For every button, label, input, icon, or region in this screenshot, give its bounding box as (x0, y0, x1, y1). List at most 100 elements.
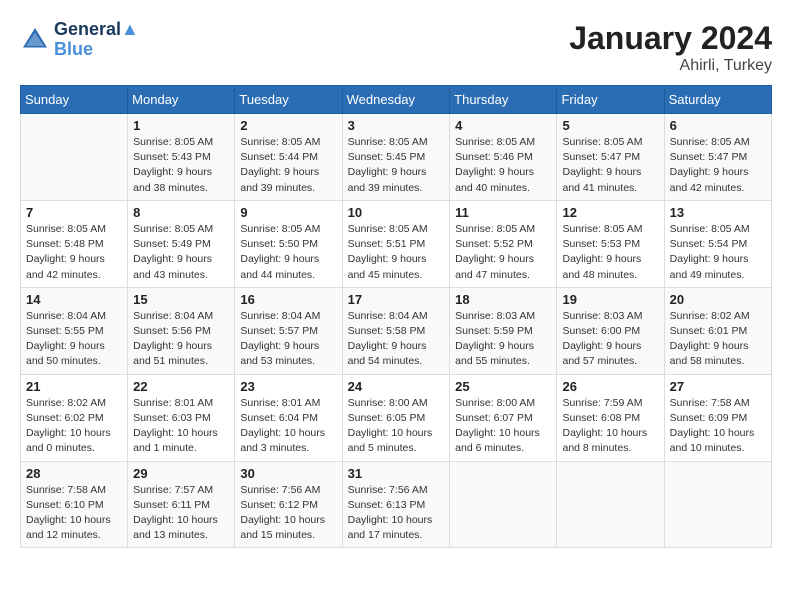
day-number: 12 (562, 205, 658, 220)
calendar-cell: 4 Sunrise: 8:05 AM Sunset: 5:46 PM Daylig… (450, 114, 557, 201)
page-header: General▲ Blue January 2024 Ahirli, Turke… (20, 20, 772, 75)
calendar-cell: 16 Sunrise: 8:04 AM Sunset: 5:57 PM Dayli… (235, 287, 342, 374)
calendar-cell: 25Sunrise: 8:00 AM Sunset: 6:07 PM Dayli… (450, 374, 557, 461)
calendar-cell: 5 Sunrise: 8:05 AM Sunset: 5:47 PM Daylig… (557, 114, 664, 201)
weekday-header-monday: Monday (128, 86, 235, 114)
day-number: 1 (133, 118, 229, 133)
calendar-cell: 27Sunrise: 7:58 AM Sunset: 6:09 PM Dayli… (664, 374, 771, 461)
logo-icon (20, 25, 50, 55)
day-number: 29 (133, 466, 229, 481)
day-number: 31 (348, 466, 445, 481)
calendar-cell: 6 Sunrise: 8:05 AM Sunset: 5:47 PM Daylig… (664, 114, 771, 201)
day-info: Sunrise: 8:00 AM Sunset: 6:05 PM Dayligh… (348, 396, 445, 457)
calendar-cell: 18Sunrise: 8:03 AM Sunset: 5:59 PM Dayli… (450, 287, 557, 374)
calendar-body: 1 Sunrise: 8:05 AM Sunset: 5:43 PM Daylig… (21, 114, 772, 548)
week-row-5: 28 Sunrise: 7:58 AM Sunset: 6:10 PM Dayli… (21, 461, 772, 548)
day-info: Sunrise: 8:05 AM Sunset: 5:50 PM Dayligh… (240, 222, 336, 283)
day-number: 14 (26, 292, 122, 307)
day-info: Sunrise: 8:02 AM Sunset: 6:01 PM Dayligh… (670, 309, 766, 370)
calendar-cell (664, 461, 771, 548)
day-number: 6 (670, 118, 766, 133)
week-row-1: 1 Sunrise: 8:05 AM Sunset: 5:43 PM Daylig… (21, 114, 772, 201)
day-number: 9 (240, 205, 336, 220)
calendar-cell: 17 Sunrise: 8:04 AM Sunset: 5:58 PM Dayli… (342, 287, 450, 374)
day-info: Sunrise: 8:01 AM Sunset: 6:04 PM Dayligh… (240, 396, 336, 457)
day-number: 22 (133, 379, 229, 394)
day-number: 18 (455, 292, 551, 307)
day-number: 15 (133, 292, 229, 307)
day-number: 3 (348, 118, 445, 133)
calendar-cell: 31 Sunrise: 7:56 AM Sunset: 6:13 PM Dayli… (342, 461, 450, 548)
day-info: Sunrise: 7:58 AM Sunset: 6:10 PM Dayligh… (26, 483, 122, 544)
calendar-cell: 15 Sunrise: 8:04 AM Sunset: 5:56 PM Dayli… (128, 287, 235, 374)
location-subtitle: Ahirli, Turkey (569, 57, 772, 75)
calendar-cell: 26Sunrise: 7:59 AM Sunset: 6:08 PM Dayli… (557, 374, 664, 461)
day-info: Sunrise: 8:03 AM Sunset: 6:00 PM Dayligh… (562, 309, 658, 370)
week-row-2: 7 Sunrise: 8:05 AM Sunset: 5:48 PM Daylig… (21, 200, 772, 287)
calendar-cell: 30 Sunrise: 7:56 AM Sunset: 6:12 PM Dayli… (235, 461, 342, 548)
weekday-header-sunday: Sunday (21, 86, 128, 114)
day-number: 20 (670, 292, 766, 307)
day-number: 30 (240, 466, 336, 481)
calendar-cell: 28 Sunrise: 7:58 AM Sunset: 6:10 PM Dayli… (21, 461, 128, 548)
weekday-header-row: SundayMondayTuesdayWednesdayThursdayFrid… (21, 86, 772, 114)
calendar-cell: 7 Sunrise: 8:05 AM Sunset: 5:48 PM Daylig… (21, 200, 128, 287)
day-info: Sunrise: 8:04 AM Sunset: 5:55 PM Dayligh… (26, 309, 122, 370)
day-info: Sunrise: 8:05 AM Sunset: 5:52 PM Dayligh… (455, 222, 551, 283)
day-info: Sunrise: 8:05 AM Sunset: 5:46 PM Dayligh… (455, 135, 551, 196)
weekday-header-wednesday: Wednesday (342, 86, 450, 114)
calendar-cell: 29 Sunrise: 7:57 AM Sunset: 6:11 PM Dayli… (128, 461, 235, 548)
logo: General▲ Blue (20, 20, 139, 60)
calendar-cell (450, 461, 557, 548)
calendar-cell (557, 461, 664, 548)
day-info: Sunrise: 7:56 AM Sunset: 6:13 PM Dayligh… (348, 483, 445, 544)
day-info: Sunrise: 8:05 AM Sunset: 5:49 PM Dayligh… (133, 222, 229, 283)
calendar-cell: 10 Sunrise: 8:05 AM Sunset: 5:51 PM Dayli… (342, 200, 450, 287)
weekday-header-thursday: Thursday (450, 86, 557, 114)
day-number: 4 (455, 118, 551, 133)
day-info: Sunrise: 8:00 AM Sunset: 6:07 PM Dayligh… (455, 396, 551, 457)
day-info: Sunrise: 8:05 AM Sunset: 5:51 PM Dayligh… (348, 222, 445, 283)
day-info: Sunrise: 8:05 AM Sunset: 5:45 PM Dayligh… (348, 135, 445, 196)
calendar-cell: 3 Sunrise: 8:05 AM Sunset: 5:45 PM Daylig… (342, 114, 450, 201)
week-row-3: 14 Sunrise: 8:04 AM Sunset: 5:55 PM Dayli… (21, 287, 772, 374)
logo-text: General▲ Blue (54, 20, 139, 60)
calendar-cell: 13Sunrise: 8:05 AM Sunset: 5:54 PM Dayli… (664, 200, 771, 287)
day-number: 19 (562, 292, 658, 307)
day-info: Sunrise: 8:05 AM Sunset: 5:47 PM Dayligh… (562, 135, 658, 196)
day-info: Sunrise: 7:56 AM Sunset: 6:12 PM Dayligh… (240, 483, 336, 544)
day-number: 10 (348, 205, 445, 220)
day-number: 17 (348, 292, 445, 307)
day-info: Sunrise: 8:04 AM Sunset: 5:56 PM Dayligh… (133, 309, 229, 370)
calendar-cell: 2 Sunrise: 8:05 AM Sunset: 5:44 PM Daylig… (235, 114, 342, 201)
calendar-cell (21, 114, 128, 201)
calendar-cell: 14 Sunrise: 8:04 AM Sunset: 5:55 PM Dayli… (21, 287, 128, 374)
calendar-cell: 23Sunrise: 8:01 AM Sunset: 6:04 PM Dayli… (235, 374, 342, 461)
day-number: 21 (26, 379, 122, 394)
day-info: Sunrise: 8:05 AM Sunset: 5:47 PM Dayligh… (670, 135, 766, 196)
calendar-cell: 21Sunrise: 8:02 AM Sunset: 6:02 PM Dayli… (21, 374, 128, 461)
day-info: Sunrise: 8:05 AM Sunset: 5:48 PM Dayligh… (26, 222, 122, 283)
calendar-cell: 1 Sunrise: 8:05 AM Sunset: 5:43 PM Daylig… (128, 114, 235, 201)
calendar-cell: 20 Sunrise: 8:02 AM Sunset: 6:01 PM Dayli… (664, 287, 771, 374)
day-info: Sunrise: 8:01 AM Sunset: 6:03 PM Dayligh… (133, 396, 229, 457)
weekday-header-tuesday: Tuesday (235, 86, 342, 114)
day-info: Sunrise: 8:04 AM Sunset: 5:57 PM Dayligh… (240, 309, 336, 370)
day-number: 24 (348, 379, 445, 394)
day-number: 5 (562, 118, 658, 133)
day-info: Sunrise: 8:05 AM Sunset: 5:44 PM Dayligh… (240, 135, 336, 196)
day-info: Sunrise: 7:57 AM Sunset: 6:11 PM Dayligh… (133, 483, 229, 544)
month-title: January 2024 (569, 20, 772, 57)
day-info: Sunrise: 8:04 AM Sunset: 5:58 PM Dayligh… (348, 309, 445, 370)
week-row-4: 21Sunrise: 8:02 AM Sunset: 6:02 PM Dayli… (21, 374, 772, 461)
day-number: 16 (240, 292, 336, 307)
calendar-cell: 19 Sunrise: 8:03 AM Sunset: 6:00 PM Dayli… (557, 287, 664, 374)
day-number: 28 (26, 466, 122, 481)
title-block: January 2024 Ahirli, Turkey (569, 20, 772, 75)
day-info: Sunrise: 8:05 AM Sunset: 5:43 PM Dayligh… (133, 135, 229, 196)
day-info: Sunrise: 8:05 AM Sunset: 5:53 PM Dayligh… (562, 222, 658, 283)
calendar-cell: 9 Sunrise: 8:05 AM Sunset: 5:50 PM Daylig… (235, 200, 342, 287)
day-number: 7 (26, 205, 122, 220)
day-number: 2 (240, 118, 336, 133)
calendar-cell: 22 Sunrise: 8:01 AM Sunset: 6:03 PM Dayli… (128, 374, 235, 461)
